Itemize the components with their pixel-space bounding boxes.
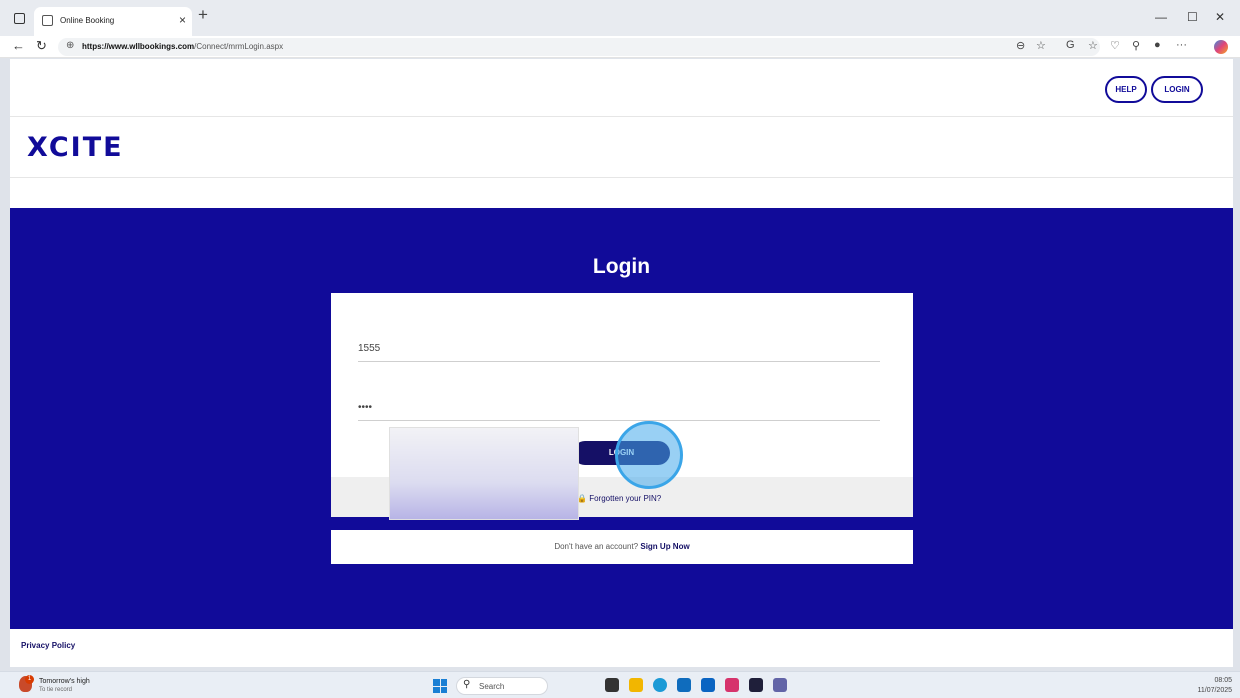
page-viewport: HELP LOGIN XCITE Login LOGIN 🔒 Forgotten… [10, 59, 1233, 667]
search-label: Search [479, 682, 505, 691]
logo-divider [10, 177, 1233, 178]
collections-icon[interactable]: ⚲ [1132, 39, 1140, 52]
site-logo[interactable]: XCITE [27, 132, 124, 163]
login-section: Login LOGIN 🔒 Forgotten your PIN? Don't … [10, 208, 1233, 629]
start-icon[interactable] [433, 679, 447, 693]
taskbar-search[interactable]: ⚲ Search [456, 677, 548, 695]
copilot-icon[interactable] [1214, 40, 1228, 54]
more-icon[interactable]: ··· [1176, 39, 1187, 51]
click-highlight [615, 421, 683, 489]
store-icon[interactable] [677, 678, 691, 692]
weather-badge: 1 [25, 675, 34, 684]
site-info-icon[interactable]: ⊕ [66, 40, 74, 51]
browser-tab[interactable]: Online Booking × [34, 7, 192, 36]
url-text: https://www.wllbookings.com/Connect/mrmL… [82, 42, 284, 51]
teams-icon[interactable] [773, 678, 787, 692]
outlook-icon[interactable] [701, 678, 715, 692]
extension-icon[interactable]: G [1066, 39, 1075, 51]
browser-titlebar: Online Booking × + — ☐ ✕ [0, 0, 1240, 36]
edge-icon[interactable] [653, 678, 667, 692]
maximize-icon[interactable]: ☐ [1187, 10, 1198, 24]
taskbar: 1 Tomorrow's high To tie record ⚲ Search… [0, 671, 1240, 698]
refresh-icon[interactable]: ↻ [36, 38, 47, 54]
close-window-icon[interactable]: ✕ [1215, 10, 1225, 24]
file-explorer-icon[interactable] [629, 678, 643, 692]
new-tab-icon[interactable]: + [198, 5, 208, 25]
pin-input[interactable] [358, 402, 880, 413]
address-bar[interactable]: ⊕ https://www.wllbookings.com/Connect/mr… [58, 38, 1100, 56]
username-field[interactable] [358, 338, 880, 362]
minimize-icon[interactable]: — [1155, 10, 1167, 24]
obscured-popup [389, 427, 579, 520]
favorites-icon[interactable]: ☆ [1088, 39, 1098, 52]
favorite-star-icon[interactable]: ☆ [1036, 39, 1046, 52]
zoom-icon[interactable]: ⊖ [1016, 39, 1025, 52]
back-icon[interactable]: ← [12, 38, 25, 53]
privacy-policy-link[interactable]: Privacy Policy [21, 641, 75, 650]
pin-field[interactable] [358, 397, 880, 421]
login-title: Login [592, 255, 651, 278]
dolby-icon[interactable] [749, 678, 763, 692]
username-input[interactable] [358, 343, 880, 354]
search-icon: ⚲ [463, 679, 471, 690]
header-buttons: HELP LOGIN [1105, 76, 1215, 103]
heart-icon[interactable]: ♡ [1110, 39, 1120, 52]
clock-time: 08:05 [1214, 677, 1232, 684]
header-divider [10, 116, 1233, 117]
login-nav-button[interactable]: LOGIN [1151, 76, 1203, 103]
tab-actions-icon[interactable] [14, 13, 25, 24]
signup-link[interactable]: Sign Up Now [640, 542, 689, 551]
favicon-icon [42, 15, 53, 26]
forgot-pin-link[interactable]: 🔒 Forgotten your PIN? [577, 494, 661, 503]
weather-title[interactable]: Tomorrow's high [39, 678, 90, 685]
clock[interactable]: 08:05 11/07/2025 [1197, 676, 1232, 696]
help-button[interactable]: HELP [1105, 76, 1147, 103]
weather-subtitle: To tie record [39, 687, 73, 693]
app-icon[interactable] [725, 678, 739, 692]
signup-bar: Don't have an account? Sign Up Now [331, 530, 913, 564]
profile-icon[interactable]: ● [1154, 39, 1161, 51]
signup-prefix: Don't have an account? [554, 542, 639, 551]
page-footer: Privacy Policy [10, 629, 1233, 667]
task-view-icon[interactable] [605, 678, 619, 692]
close-tab-icon[interactable]: × [179, 13, 186, 27]
clock-date: 11/07/2025 [1197, 687, 1232, 694]
tab-title: Online Booking [60, 16, 115, 25]
address-toolbar: ← ↻ ⊕ https://www.wllbookings.com/Connec… [0, 36, 1240, 58]
